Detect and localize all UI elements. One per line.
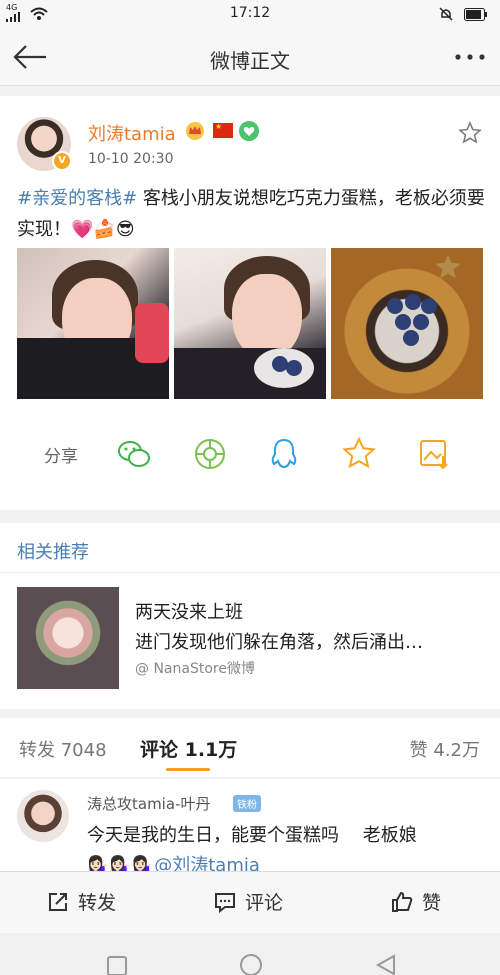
related-headline[interactable]: 两天没来上班 (135, 598, 243, 624)
divider (0, 572, 500, 573)
moments-icon[interactable] (192, 436, 228, 472)
china-flag-icon (213, 122, 233, 138)
commenter-avatar[interactable] (17, 790, 69, 842)
back-icon[interactable] (374, 953, 398, 975)
favorite-share-icon[interactable] (341, 436, 377, 472)
share-label: 分享 (44, 447, 78, 467)
comment-icon (215, 892, 235, 913)
comment-text: 今天是我的生日，能要个蛋糕吗 老板娘 (87, 825, 417, 846)
thumbs-up-icon (392, 891, 413, 912)
save-image-icon[interactable] (416, 436, 452, 472)
repost-button[interactable]: 转发 (46, 888, 116, 915)
battery-icon (464, 7, 487, 21)
fan-badge: 铁粉 (233, 795, 261, 812)
recent-apps-icon[interactable] (106, 955, 128, 975)
verified-badge-icon: V (52, 151, 72, 171)
post-text: #亲爱的客栈# 客栈小朋友说想吃巧克力蛋糕，老板必须要实现！💗🍰😎 (17, 183, 487, 245)
post-image-1[interactable] (17, 248, 169, 399)
more-options-icon[interactable] (452, 46, 488, 68)
repost-icon (49, 892, 67, 911)
system-nav-bar (0, 933, 500, 975)
favorite-star-icon[interactable] (458, 121, 482, 145)
qq-icon[interactable] (266, 436, 302, 472)
home-icon[interactable] (238, 953, 264, 975)
wechat-icon[interactable] (116, 436, 152, 472)
page-title: 微博正文 (210, 49, 290, 73)
related-thumbnail[interactable] (17, 587, 119, 689)
post-time: 10-10 20:30 (88, 151, 174, 167)
hashtag-link[interactable]: #亲爱的客栈# (17, 188, 137, 209)
tab-repost[interactable]: 转发 7048 (19, 736, 107, 762)
status-right (438, 6, 488, 22)
active-tab-indicator (166, 768, 210, 771)
tab-comment[interactable]: 评论 1.1万 (140, 735, 237, 762)
comment-label: 评论 (245, 892, 284, 914)
related-subline[interactable]: 进门发现他们躲在角落，然后涌出… (135, 628, 423, 654)
commenter-name[interactable]: 涛总攻tamia-叶丹 (87, 793, 210, 814)
like-label: 赞 (422, 892, 442, 914)
top-navigation: 微博正文 (0, 28, 500, 86)
like-button[interactable]: 赞 (390, 888, 441, 915)
comment-button[interactable]: 评论 (213, 888, 283, 915)
related-source: @ NanaStore微博 (135, 661, 255, 677)
post-image-2[interactable] (174, 248, 326, 399)
clock: 17:12 (229, 5, 271, 21)
related-title: 相关推荐 (17, 542, 89, 563)
crown-icon (186, 122, 204, 140)
repost-label: 转发 (78, 892, 117, 914)
tab-like[interactable]: 赞 4.2万 (410, 736, 480, 762)
mute-bell-icon (439, 7, 453, 21)
post-emoji: 💗🍰😎 (71, 219, 135, 240)
author-name[interactable]: 刘涛tamia (88, 120, 176, 146)
status-bar: 4G 17:12 (0, 0, 500, 28)
post-image-3[interactable] (331, 248, 483, 399)
heart-badge-icon (239, 121, 259, 141)
